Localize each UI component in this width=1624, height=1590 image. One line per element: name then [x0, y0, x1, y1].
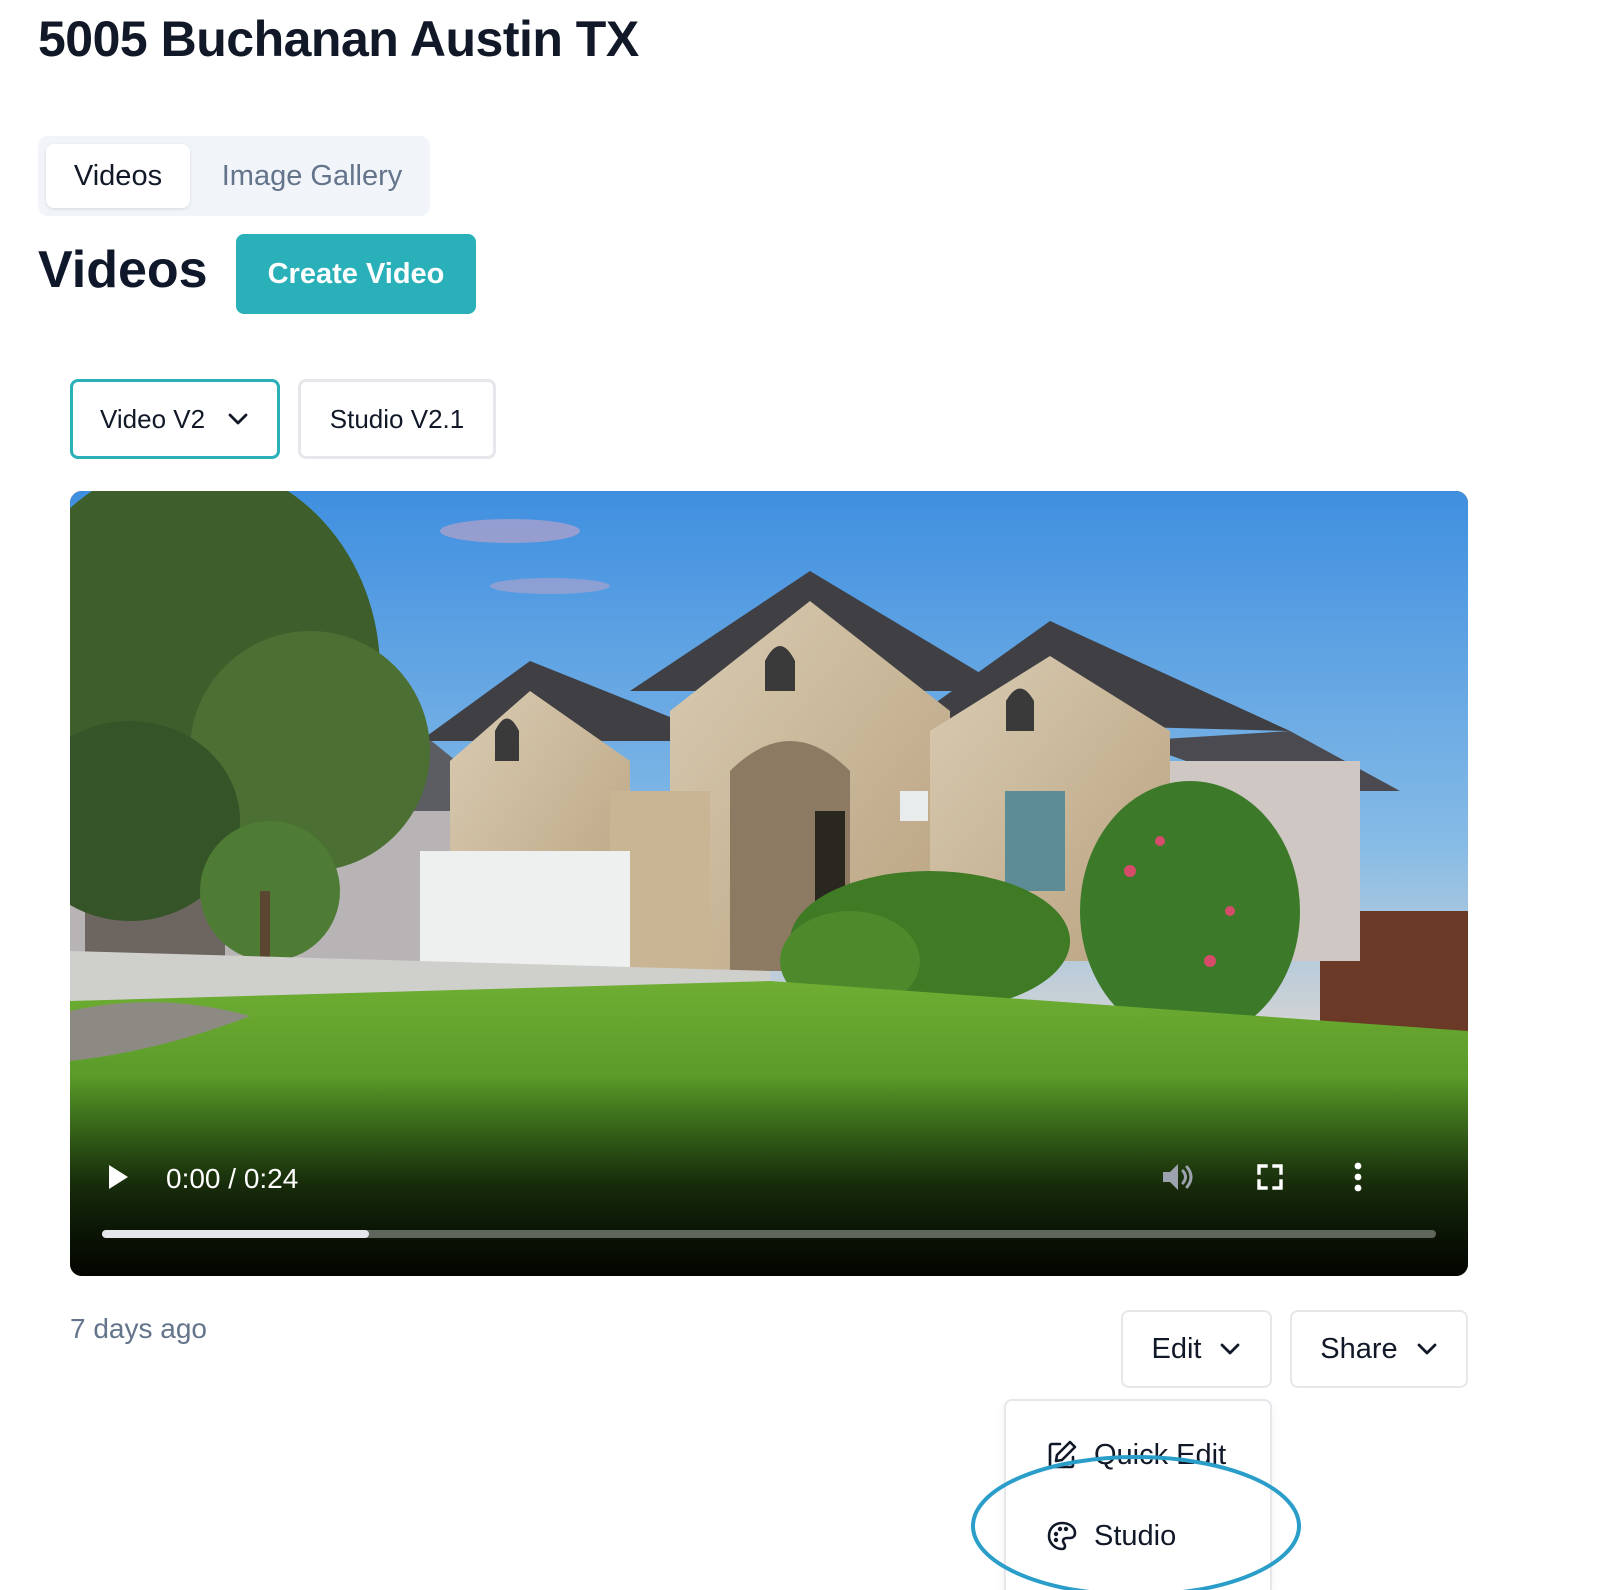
- page: 5005 Buchanan Austin TX Videos Image Gal…: [0, 0, 1624, 1590]
- edit-button-label: Edit: [1151, 1332, 1202, 1365]
- studio-version-button[interactable]: Studio V2.1: [298, 379, 496, 459]
- video-version-selected: Video V2: [100, 403, 206, 434]
- palette-icon: [1046, 1520, 1078, 1552]
- play-icon[interactable]: [100, 1155, 136, 1199]
- edit-dropdown-button[interactable]: Edit: [1121, 1310, 1272, 1388]
- share-button-label: Share: [1320, 1332, 1398, 1365]
- more-options-icon[interactable]: [1342, 1155, 1374, 1199]
- chevron-down-icon: [1219, 1342, 1241, 1356]
- video-buffered-fill: [102, 1230, 369, 1238]
- volume-icon[interactable]: [1156, 1155, 1200, 1199]
- chevron-down-icon: [227, 412, 249, 426]
- tab-image-gallery[interactable]: Image Gallery: [202, 144, 422, 208]
- tab-bar: Videos Image Gallery: [38, 136, 430, 216]
- page-title: 5005 Buchanan Austin TX: [38, 11, 639, 67]
- section-heading: Videos: [38, 241, 208, 299]
- create-video-button[interactable]: Create Video: [236, 234, 476, 314]
- edit-dropdown-menu: Quick Edit Studio: [1004, 1399, 1272, 1590]
- video-player[interactable]: 0:00 / 0:24: [70, 491, 1468, 1276]
- menu-item-label: Quick Edit: [1094, 1438, 1227, 1471]
- video-time-display: 0:00 / 0:24: [166, 1163, 299, 1194]
- video-timestamp: 7 days ago: [70, 1313, 207, 1344]
- chevron-down-icon: [1416, 1342, 1438, 1356]
- pencil-square-icon: [1046, 1439, 1078, 1471]
- menu-item-studio[interactable]: Studio: [1046, 1511, 1176, 1561]
- menu-item-label: Studio: [1094, 1519, 1177, 1552]
- share-dropdown-button[interactable]: Share: [1290, 1310, 1468, 1388]
- menu-item-quick-edit[interactable]: Quick Edit: [1046, 1430, 1226, 1480]
- video-version-dropdown[interactable]: Video V2: [70, 379, 280, 459]
- tab-videos[interactable]: Videos: [46, 144, 190, 208]
- video-progress-bar[interactable]: [102, 1230, 1436, 1238]
- fullscreen-icon[interactable]: [1248, 1155, 1292, 1199]
